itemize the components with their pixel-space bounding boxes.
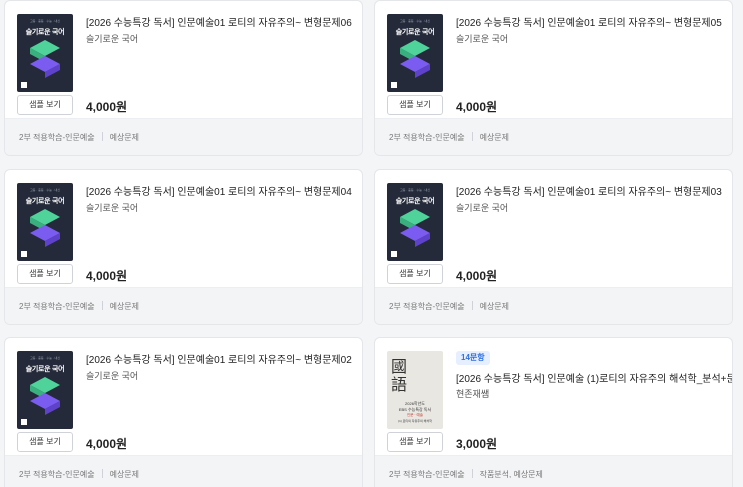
cover-small-text: 고등 · 중등 · 수능 · 내신: [29, 356, 61, 360]
card-footer: 2부 적용학습-인문예술 예상문제: [375, 118, 732, 155]
product-price: 4,000원: [86, 100, 128, 114]
category-label[interactable]: 2부 적용학습-인문예술: [19, 133, 95, 142]
type-label[interactable]: 예상문제: [110, 302, 139, 311]
cover-line: (1) 로티의 자유주의 해석학: [398, 419, 432, 423]
type-label[interactable]: 예상문제: [480, 302, 509, 311]
product-author[interactable]: 슬기로운 국어: [86, 201, 138, 214]
divider: [101, 469, 103, 478]
product-card[interactable]: 고등 · 중등 · 수능 · 내신 슬기로운 국어 샘플 보기 [2026 수능…: [374, 0, 733, 156]
product-title[interactable]: [2026 수능특강 독서] 인문예술 (1)로티의 자유주의 해석학_분석+문: [456, 370, 732, 385]
cover-brand: 슬기로운 국어: [25, 29, 65, 36]
sample-button[interactable]: 샘플 보기: [17, 432, 73, 452]
category-label[interactable]: 2부 적용학습-인문예술: [19, 302, 95, 311]
book-cover[interactable]: 國 語 2026학년도 EBS 수능특강 독서 인문 · 예술 (1) 로티의 …: [387, 351, 443, 429]
publisher-mark-icon: [21, 82, 27, 88]
cover-small-text: 고등 · 중등 · 수능 · 내신: [399, 188, 431, 192]
divider: [471, 469, 473, 478]
question-count-badge: 14문항: [456, 351, 490, 365]
sample-button[interactable]: 샘플 보기: [387, 95, 443, 115]
publisher-mark-icon: [21, 251, 27, 257]
product-author[interactable]: 슬기로운 국어: [456, 201, 508, 214]
book-cover[interactable]: 고등 · 중등 · 수능 · 내신 슬기로운 국어: [387, 14, 443, 92]
divider: [471, 301, 473, 310]
product-price: 3,000원: [456, 437, 498, 451]
product-card[interactable]: 고등 · 중등 · 수능 · 내신 슬기로운 국어 샘플 보기 [2026 수능…: [374, 169, 733, 325]
type-label[interactable]: 예상문제: [480, 133, 509, 142]
card-footer: 2부 적용학습-인문예술 예상문제: [5, 118, 362, 155]
publisher-mark-icon: [391, 82, 397, 88]
product-price: 4,000원: [86, 269, 128, 283]
product-title[interactable]: [2026 수능특강 독서] 인문예술01 로티의 자유주의~ 변형문제03: [456, 183, 722, 198]
logo-icon: [30, 40, 60, 78]
cover-line: 인문 · 예술: [407, 413, 423, 417]
product-price: 4,000원: [456, 100, 498, 114]
publisher-mark-icon: [21, 419, 27, 425]
sample-button[interactable]: 샘플 보기: [387, 432, 443, 452]
cover-small-text: 고등 · 중등 · 수능 · 내신: [29, 19, 61, 23]
divider: [471, 132, 473, 141]
cover-brand: 슬기로운 국어: [25, 198, 65, 205]
book-cover[interactable]: 고등 · 중등 · 수능 · 내신 슬기로운 국어: [17, 183, 73, 261]
book-cover[interactable]: 고등 · 중등 · 수능 · 내신 슬기로운 국어: [17, 351, 73, 429]
product-author[interactable]: 슬기로운 국어: [456, 32, 508, 45]
product-title[interactable]: [2026 수능특강 독서] 인문예술01 로티의 자유주의~ 변형문제05: [456, 14, 722, 29]
product-card[interactable]: 고등 · 중등 · 수능 · 내신 슬기로운 국어 샘플 보기 [2026 수능…: [4, 0, 363, 156]
logo-icon: [400, 40, 430, 78]
category-label[interactable]: 2부 적용학습-인문예술: [389, 470, 465, 479]
book-cover[interactable]: 고등 · 중등 · 수능 · 내신 슬기로운 국어: [387, 183, 443, 261]
cover-small-text: 고등 · 중등 · 수능 · 내신: [29, 188, 61, 192]
card-footer: 2부 적용학습-인문예술 예상문제: [375, 287, 732, 324]
product-title[interactable]: [2026 수능특강 독서] 인문예술01 로티의 자유주의~ 변형문제02: [86, 351, 352, 366]
sample-button[interactable]: 샘플 보기: [17, 95, 73, 115]
sample-button[interactable]: 샘플 보기: [387, 264, 443, 284]
product-author[interactable]: 슬기로운 국어: [86, 369, 138, 382]
product-card[interactable]: 國 語 2026학년도 EBS 수능특강 독서 인문 · 예술 (1) 로티의 …: [374, 337, 733, 487]
cover-brand: 슬기로운 국어: [25, 366, 65, 373]
product-price: 4,000원: [456, 269, 498, 283]
category-label[interactable]: 2부 적용학습-인문예술: [19, 470, 95, 479]
logo-icon: [30, 209, 60, 247]
category-label[interactable]: 2부 적용학습-인문예술: [389, 302, 465, 311]
type-label[interactable]: 작품분석, 예상문제: [480, 470, 543, 479]
type-label[interactable]: 예상문제: [110, 470, 139, 479]
product-grid: 고등 · 중등 · 수능 · 내신 슬기로운 국어 샘플 보기 [2026 수능…: [0, 0, 743, 487]
cover-small-text: 고등 · 중등 · 수능 · 내신: [399, 19, 431, 23]
cover-brand: 슬기로운 국어: [395, 198, 435, 205]
product-card[interactable]: 고등 · 중등 · 수능 · 내신 슬기로운 국어 샘플 보기 [2026 수능…: [4, 169, 363, 325]
product-title[interactable]: [2026 수능특강 독서] 인문예술01 로티의 자유주의~ 변형문제06: [86, 14, 352, 29]
type-label[interactable]: 예상문제: [110, 133, 139, 142]
logo-icon: [30, 377, 60, 415]
sample-button[interactable]: 샘플 보기: [17, 264, 73, 284]
publisher-mark-icon: [391, 251, 397, 257]
logo-icon: [400, 209, 430, 247]
cover-brand: 슬기로운 국어: [395, 29, 435, 36]
product-card[interactable]: 고등 · 중등 · 수능 · 내신 슬기로운 국어 샘플 보기 [2026 수능…: [4, 337, 363, 487]
product-price: 4,000원: [86, 437, 128, 451]
cover-glyph: 語: [391, 375, 408, 394]
category-label[interactable]: 2부 적용학습-인문예술: [389, 133, 465, 142]
book-cover[interactable]: 고등 · 중등 · 수능 · 내신 슬기로운 국어: [17, 14, 73, 92]
card-footer: 2부 적용학습-인문예술 예상문제: [5, 455, 362, 487]
card-footer: 2부 적용학습-인문예술 작품분석, 예상문제: [375, 455, 732, 487]
divider: [101, 301, 103, 310]
product-title[interactable]: [2026 수능특강 독서] 인문예술01 로티의 자유주의~ 변형문제04: [86, 183, 352, 198]
divider: [101, 132, 103, 141]
product-author[interactable]: 슬기로운 국어: [86, 32, 138, 45]
card-footer: 2부 적용학습-인문예술 예상문제: [5, 287, 362, 324]
product-author[interactable]: 현존재쌤: [456, 387, 489, 400]
